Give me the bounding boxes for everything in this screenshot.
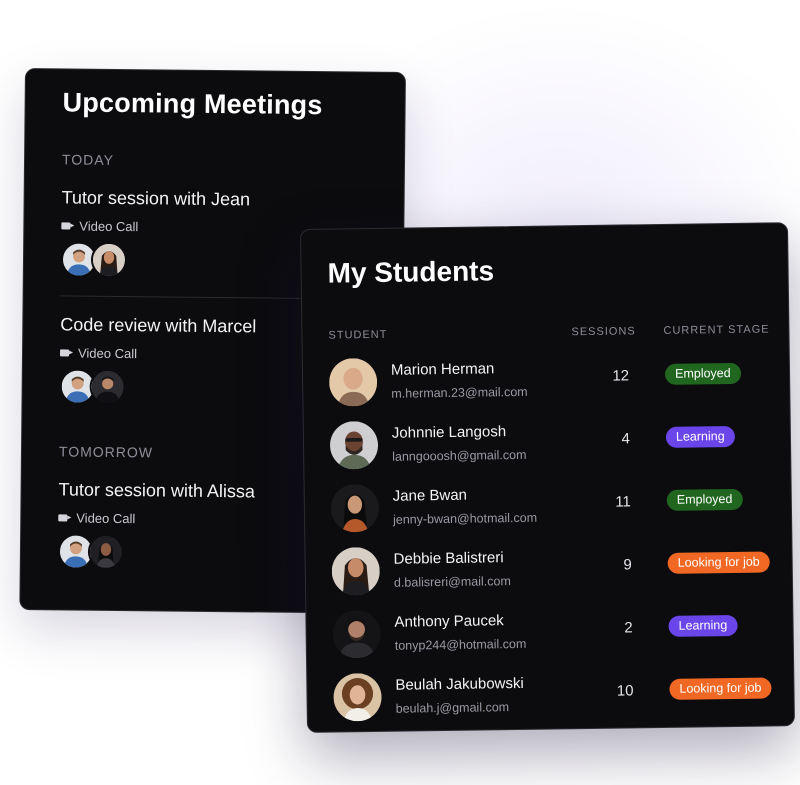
video-camera-icon [58,514,68,522]
call-type-label: Video Call [77,345,138,362]
students-title: My Students [327,255,495,289]
student-row[interactable]: Debbie Balistreri d.balisreri@mail.com 9… [331,541,782,597]
call-type-label: Video Call [76,510,136,527]
stage-badge: Employed [664,362,741,385]
sessions-count: 11 [615,493,631,511]
avatar [328,357,378,407]
avatar [333,672,382,722]
student-name: Johnnie Langosh [391,423,507,442]
my-students-card: My Students STUDENT SESSIONS CURRENT STA… [300,222,795,733]
student-name: Anthony Paucek [394,612,504,631]
student-row[interactable]: Marion Herman m.herman.23@mail.com 12 Em… [328,352,780,408]
student-email: jenny-bwan@hotmail.com [392,510,538,527]
avatar [331,546,381,596]
student-row[interactable]: Jane Bwan jenny-bwan@hotmail.com 11 Empl… [330,478,782,534]
call-type-label: Video Call [79,218,139,235]
avatar [330,483,380,533]
stage-badge: Looking for job [669,677,772,700]
student-row[interactable]: Johnnie Langosh lanngooosh@gmail.com 4 L… [329,415,781,471]
stage-badge: Learning [665,425,735,448]
student-email: beulah.j@gmail.com [395,700,510,716]
student-row[interactable]: Anthony Paucek tonyp244@hotmail.com 2 Le… [332,604,783,660]
student-name: Marion Herman [390,360,495,379]
student-email: lanngooosh@gmail.com [392,447,527,464]
student-email: m.herman.23@mail.com [391,384,528,401]
meeting-title: Tutor session with Jean [61,187,251,210]
student-row[interactable]: Beulah Jakubowski beulah.j@gmail.com 10 … [333,667,784,723]
column-header-sessions: SESSIONS [571,325,636,339]
avatar [87,533,125,571]
stage-badge: Employed [666,488,743,511]
sessions-count: 12 [612,367,630,385]
video-camera-icon [61,222,71,230]
student-email: d.balisreri@mail.com [393,574,511,590]
page-canvas: Upcoming Meetings TODAY Tutor session wi… [0,0,800,785]
sessions-count: 9 [623,556,632,574]
student-email: tonyp244@hotmail.com [394,636,527,653]
sessions-count: 2 [624,619,633,637]
section-label-today: TODAY [61,151,115,168]
avatar [90,241,128,279]
column-header-stage: CURRENT STAGE [663,323,770,337]
stage-badge: Looking for job [667,551,770,574]
student-name: Beulah Jakubowski [395,674,524,694]
column-header-student: STUDENT [328,328,388,342]
stage-badge: Learning [668,614,738,637]
avatar [332,609,381,659]
avatar [89,368,126,406]
video-camera-icon [59,349,70,357]
student-name: Jane Bwan [392,486,468,505]
sessions-count: 10 [616,682,634,700]
sessions-count: 4 [621,430,631,448]
avatar [329,420,379,470]
divider [60,295,301,299]
meetings-title: Upcoming Meetings [62,87,323,121]
student-name: Debbie Balistreri [393,549,504,568]
section-label-tomorrow: TOMORROW [58,443,154,461]
